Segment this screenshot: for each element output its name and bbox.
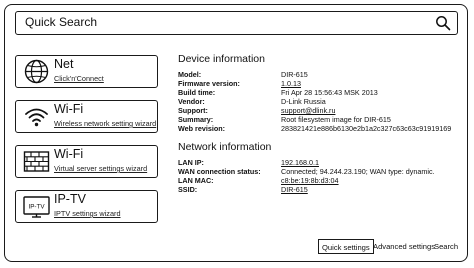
info-label: SSID: [178, 185, 198, 194]
card-subtitle-link[interactable]: Wireless network setting wizard [54, 119, 156, 128]
card-title: Wi-Fi [54, 102, 84, 116]
info-label: Vendor: [178, 97, 205, 106]
net-card[interactable]: Net Click'n'Connect [15, 55, 158, 88]
info-label: LAN MAC: [178, 176, 214, 185]
info-row-web-revision: Web revision: 283821421e886b6130e2b1a2c3… [178, 124, 468, 134]
iptv-card[interactable]: IP-TV IP-TV IPTV settings wizard [15, 190, 158, 223]
info-value: D-Link Russia [281, 97, 326, 106]
lan-ip-link[interactable]: 192.168.0.1 [281, 158, 319, 167]
info-label: Model: [178, 70, 202, 79]
ssid-link[interactable]: DIR-615 [281, 185, 308, 194]
tv-icon-label: IP-TV [28, 203, 45, 210]
tv-icon: IP-TV [23, 196, 50, 218]
support-email-link[interactable]: support@dlink.ru [281, 106, 335, 115]
card-subtitle-link[interactable]: Virtual server settings wizard [54, 164, 147, 173]
card-subtitle-link[interactable]: Click'n'Connect [54, 74, 104, 83]
firmware-version-link[interactable]: 1.0.13 [281, 79, 301, 88]
info-label: Support: [178, 106, 208, 115]
search-icon[interactable] [435, 15, 451, 31]
card-subtitle-link[interactable]: IPTV settings wizard [54, 209, 121, 218]
device-info-heading: Device information [178, 53, 265, 65]
info-label: Web revision: [178, 124, 225, 133]
quick-settings-button[interactable]: Quick settings [318, 239, 374, 254]
lan-mac-link[interactable]: c8:be:19:8b:d3:04 [281, 176, 339, 185]
info-value: 283821421e886b6130e2b1a2c327c63c63c91919… [281, 124, 452, 133]
network-info-heading: Network information [178, 141, 272, 153]
advanced-settings-link[interactable]: Advanced settings [373, 239, 435, 254]
info-label: LAN IP: [178, 158, 204, 167]
search-link[interactable]: Search [434, 239, 458, 254]
globe-icon [24, 59, 49, 84]
info-value: Fri Apr 28 15:56:43 MSK 2013 [281, 88, 378, 97]
wifi-wizard-card[interactable]: Wi-Fi Wireless network setting wizard [15, 100, 158, 133]
search-label: Quick Search [25, 15, 98, 29]
info-label: WAN connection status: [178, 167, 261, 176]
card-title: Wi-Fi [54, 147, 84, 161]
info-row-ssid: SSID: DIR-615 [178, 185, 468, 195]
quick-search-bar[interactable]: Quick Search [15, 11, 458, 35]
card-title: IP-TV [54, 192, 86, 206]
info-label: Firmware version: [178, 79, 240, 88]
wifi-icon [25, 108, 48, 127]
card-title: Net [54, 57, 74, 71]
info-value: Root filesystem image for DIR-615 [281, 115, 391, 124]
firewall-icon [23, 151, 50, 172]
info-label: Build time: [178, 88, 216, 97]
info-value: Connected; 94.244.23.190; WAN type: dyna… [281, 167, 435, 176]
virtual-server-card[interactable]: Wi-Fi Virtual server settings wizard [15, 145, 158, 178]
info-value: DIR-615 [281, 70, 308, 79]
info-label: Summary: [178, 115, 214, 124]
